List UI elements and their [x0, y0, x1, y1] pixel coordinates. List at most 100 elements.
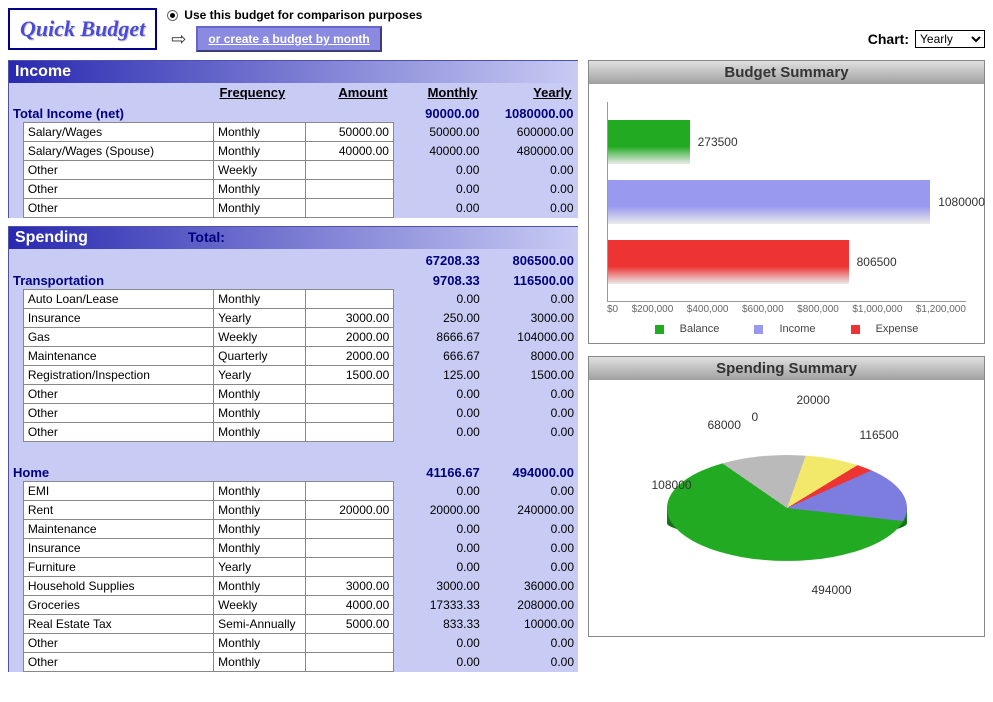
item-name[interactable]: Maintenance — [23, 347, 213, 366]
item-amount[interactable] — [306, 423, 394, 442]
item-frequency[interactable]: Yearly — [214, 557, 306, 576]
item-name[interactable]: Furniture — [23, 557, 213, 576]
axis-tick: $400,000 — [687, 304, 729, 315]
item-name[interactable]: Other — [23, 161, 213, 180]
item-amount[interactable]: 5000.00 — [306, 614, 394, 633]
table-row: OtherMonthly0.000.00 — [9, 404, 578, 423]
item-yearly: 208000.00 — [484, 595, 578, 614]
category-name: Home — [9, 461, 214, 482]
item-name[interactable]: Other — [23, 404, 213, 423]
chart-select[interactable]: Yearly — [915, 30, 985, 48]
item-frequency[interactable]: Monthly — [213, 199, 305, 218]
table-row: OtherMonthly0.000.00 — [9, 652, 578, 671]
table-row: EMIMonthly0.000.00 — [9, 481, 578, 500]
item-yearly: 480000.00 — [483, 142, 577, 161]
item-name[interactable]: Other — [23, 633, 213, 652]
item-amount[interactable] — [306, 290, 394, 309]
item-frequency[interactable]: Monthly — [214, 519, 306, 538]
item-name[interactable]: Maintenance — [23, 519, 213, 538]
item-monthly: 250.00 — [394, 309, 484, 328]
item-amount[interactable]: 4000.00 — [306, 595, 394, 614]
item-name[interactable]: Registration/Inspection — [23, 366, 213, 385]
item-amount[interactable]: 40000.00 — [306, 142, 394, 161]
item-name[interactable]: Other — [23, 423, 213, 442]
item-amount[interactable] — [306, 519, 394, 538]
item-frequency[interactable]: Monthly — [213, 123, 305, 142]
item-name[interactable]: Salary/Wages — [23, 123, 213, 142]
item-frequency[interactable]: Monthly — [213, 142, 305, 161]
bar-label: 806500 — [857, 255, 897, 269]
item-name[interactable]: Gas — [23, 328, 213, 347]
item-yearly: 0.00 — [484, 385, 578, 404]
item-frequency[interactable]: Monthly — [214, 576, 306, 595]
item-amount[interactable]: 3000.00 — [306, 576, 394, 595]
item-name[interactable]: Other — [23, 385, 213, 404]
item-frequency[interactable]: Monthly — [214, 404, 306, 423]
item-monthly: 0.00 — [394, 481, 484, 500]
item-amount[interactable]: 50000.00 — [306, 123, 394, 142]
item-frequency[interactable]: Monthly — [214, 385, 306, 404]
budget-summary-chart: Budget Summary 2735001080000806500 $0$20… — [588, 60, 985, 344]
item-amount[interactable]: 20000.00 — [306, 500, 394, 519]
pie-label: 68000 — [708, 418, 741, 432]
item-frequency[interactable]: Monthly — [213, 180, 305, 199]
item-frequency[interactable]: Semi-Annually — [214, 614, 306, 633]
logo: Quick Budget — [8, 8, 157, 50]
income-title: Income — [15, 63, 71, 81]
item-frequency[interactable]: Monthly — [214, 500, 306, 519]
item-name[interactable]: Rent — [23, 500, 213, 519]
item-frequency[interactable]: Monthly — [214, 652, 306, 671]
item-yearly: 0.00 — [483, 180, 577, 199]
item-name[interactable]: Other — [23, 199, 213, 218]
comparison-radio[interactable] — [167, 10, 178, 21]
item-yearly: 0.00 — [484, 423, 578, 442]
item-name[interactable]: Other — [23, 652, 213, 671]
axis-tick: $1,000,000 — [852, 304, 902, 315]
budget-summary-title: Budget Summary — [589, 61, 984, 84]
item-monthly: 0.00 — [394, 633, 484, 652]
item-amount[interactable]: 3000.00 — [306, 309, 394, 328]
item-frequency[interactable]: Monthly — [214, 633, 306, 652]
item-amount[interactable]: 2000.00 — [306, 347, 394, 366]
item-amount[interactable] — [306, 404, 394, 423]
table-row: InsuranceMonthly0.000.00 — [9, 538, 578, 557]
item-name[interactable]: Auto Loan/Lease — [23, 290, 213, 309]
item-name[interactable]: EMI — [23, 481, 213, 500]
item-frequency[interactable]: Yearly — [214, 309, 306, 328]
table-row: OtherMonthly 0.000.00 — [9, 633, 578, 652]
spending-total-yearly: 806500.00 — [484, 249, 578, 269]
item-amount[interactable] — [306, 161, 394, 180]
item-name[interactable]: Real Estate Tax — [23, 614, 213, 633]
item-amount[interactable] — [306, 652, 394, 671]
item-frequency[interactable]: Weekly — [213, 161, 305, 180]
item-monthly: 0.00 — [394, 557, 484, 576]
item-name[interactable]: Household Supplies — [23, 576, 213, 595]
item-name[interactable]: Insurance — [23, 309, 213, 328]
item-name[interactable]: Salary/Wages (Spouse) — [23, 142, 213, 161]
create-budget-button[interactable]: or create a budget by month — [196, 26, 381, 52]
item-amount[interactable] — [306, 557, 394, 576]
item-frequency[interactable]: Monthly — [214, 481, 306, 500]
item-amount[interactable] — [306, 481, 394, 500]
item-frequency[interactable]: Monthly — [214, 290, 306, 309]
table-row: OtherWeekly0.000.00 — [9, 161, 578, 180]
item-amount[interactable] — [306, 538, 394, 557]
item-frequency[interactable]: Yearly — [214, 366, 306, 385]
item-name[interactable]: Insurance — [23, 538, 213, 557]
item-amount[interactable] — [306, 199, 394, 218]
item-amount[interactable] — [306, 385, 394, 404]
table-row: FurnitureYearly0.000.00 — [9, 557, 578, 576]
item-name[interactable]: Groceries — [23, 595, 213, 614]
item-frequency[interactable]: Quarterly — [214, 347, 306, 366]
item-amount[interactable] — [306, 180, 394, 199]
item-amount[interactable]: 1500.00 — [306, 366, 394, 385]
item-amount[interactable]: 2000.00 — [306, 328, 394, 347]
item-frequency[interactable]: Monthly — [214, 538, 306, 557]
item-yearly: 0.00 — [484, 633, 578, 652]
item-name[interactable]: Other — [23, 180, 213, 199]
item-frequency[interactable]: Weekly — [214, 328, 306, 347]
item-frequency[interactable]: Weekly — [214, 595, 306, 614]
item-amount[interactable] — [306, 633, 394, 652]
item-monthly: 0.00 — [394, 652, 484, 671]
item-frequency[interactable]: Monthly — [214, 423, 306, 442]
